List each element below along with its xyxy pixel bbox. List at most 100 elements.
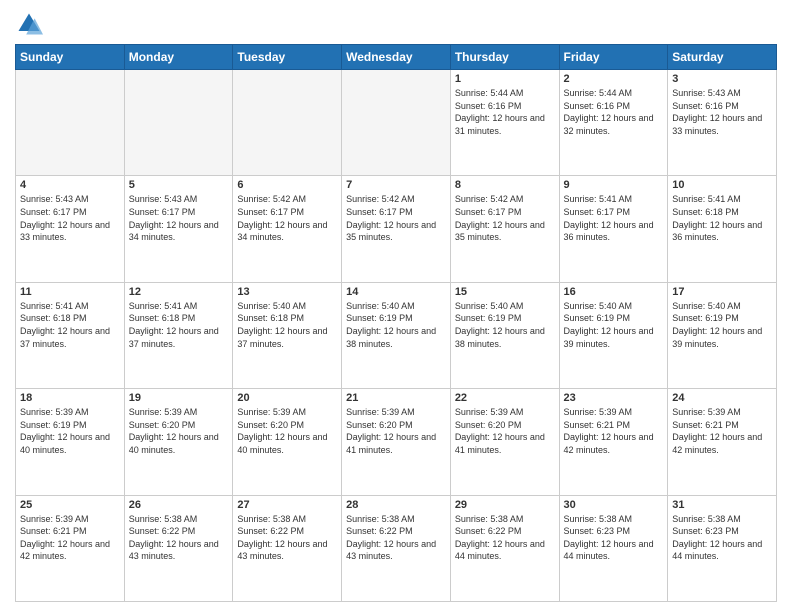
day-info: Sunrise: 5:39 AMSunset: 6:21 PMDaylight:… <box>20 513 120 563</box>
day-info: Sunrise: 5:40 AMSunset: 6:18 PMDaylight:… <box>237 300 337 350</box>
day-number: 29 <box>455 499 555 511</box>
day-number: 22 <box>455 392 555 404</box>
header-cell-wednesday: Wednesday <box>342 45 451 70</box>
day-number: 23 <box>564 392 664 404</box>
day-number: 27 <box>237 499 337 511</box>
day-cell: 2 Sunrise: 5:44 AMSunset: 6:16 PMDaylight… <box>559 70 668 176</box>
day-number: 7 <box>346 179 446 191</box>
day-cell: 1 Sunrise: 5:44 AMSunset: 6:16 PMDaylight… <box>450 70 559 176</box>
week-row-4: 25 Sunrise: 5:39 AMSunset: 6:21 PMDayligh… <box>16 495 777 601</box>
day-cell: 22 Sunrise: 5:39 AMSunset: 6:20 PMDayligh… <box>450 389 559 495</box>
day-cell: 21 Sunrise: 5:39 AMSunset: 6:20 PMDayligh… <box>342 389 451 495</box>
day-info: Sunrise: 5:38 AMSunset: 6:22 PMDaylight:… <box>346 513 446 563</box>
day-cell: 3 Sunrise: 5:43 AMSunset: 6:16 PMDaylight… <box>668 70 777 176</box>
day-number: 3 <box>672 73 772 85</box>
week-row-0: 1 Sunrise: 5:44 AMSunset: 6:16 PMDaylight… <box>16 70 777 176</box>
day-number: 30 <box>564 499 664 511</box>
day-cell <box>342 70 451 176</box>
week-row-3: 18Sunrise: 5:39 AMSunset: 6:19 PMDayligh… <box>16 389 777 495</box>
day-cell: 23 Sunrise: 5:39 AMSunset: 6:21 PMDayligh… <box>559 389 668 495</box>
day-cell: 10Sunrise: 5:41 AMSunset: 6:18 PMDayligh… <box>668 176 777 282</box>
day-info: Sunrise: 5:41 AMSunset: 6:18 PMDaylight:… <box>129 300 229 350</box>
day-info: Sunrise: 5:39 AMSunset: 6:19 PMDaylight:… <box>20 406 120 456</box>
day-cell: 11 Sunrise: 5:41 AMSunset: 6:18 PMDayligh… <box>16 282 125 388</box>
day-cell: 18Sunrise: 5:39 AMSunset: 6:19 PMDayligh… <box>16 389 125 495</box>
day-cell <box>124 70 233 176</box>
day-cell: 19Sunrise: 5:39 AMSunset: 6:20 PMDayligh… <box>124 389 233 495</box>
header-cell-thursday: Thursday <box>450 45 559 70</box>
day-number: 16 <box>564 286 664 298</box>
day-number: 4 <box>20 179 120 191</box>
day-number: 19 <box>129 392 229 404</box>
day-info: Sunrise: 5:42 AMSunset: 6:17 PMDaylight:… <box>237 193 337 243</box>
day-info: Sunrise: 5:38 AMSunset: 6:22 PMDaylight:… <box>237 513 337 563</box>
day-number: 21 <box>346 392 446 404</box>
day-info: Sunrise: 5:39 AMSunset: 6:20 PMDaylight:… <box>237 406 337 456</box>
day-number: 24 <box>672 392 772 404</box>
logo <box>15 10 47 38</box>
day-info: Sunrise: 5:40 AMSunset: 6:19 PMDaylight:… <box>564 300 664 350</box>
day-info: Sunrise: 5:42 AMSunset: 6:17 PMDaylight:… <box>455 193 555 243</box>
day-info: Sunrise: 5:41 AMSunset: 6:17 PMDaylight:… <box>564 193 664 243</box>
header-cell-tuesday: Tuesday <box>233 45 342 70</box>
day-number: 10 <box>672 179 772 191</box>
day-cell: 16 Sunrise: 5:40 AMSunset: 6:19 PMDayligh… <box>559 282 668 388</box>
day-cell: 9Sunrise: 5:41 AMSunset: 6:17 PMDaylight… <box>559 176 668 282</box>
day-info: Sunrise: 5:41 AMSunset: 6:18 PMDaylight:… <box>20 300 120 350</box>
day-number: 6 <box>237 179 337 191</box>
day-info: Sunrise: 5:43 AMSunset: 6:16 PMDaylight:… <box>672 87 772 137</box>
day-cell: 27 Sunrise: 5:38 AMSunset: 6:22 PMDayligh… <box>233 495 342 601</box>
day-cell: 6 Sunrise: 5:42 AMSunset: 6:17 PMDaylight… <box>233 176 342 282</box>
day-cell: 8 Sunrise: 5:42 AMSunset: 6:17 PMDaylight… <box>450 176 559 282</box>
calendar-table: SundayMondayTuesdayWednesdayThursdayFrid… <box>15 44 777 602</box>
day-cell: 13Sunrise: 5:40 AMSunset: 6:18 PMDayligh… <box>233 282 342 388</box>
day-number: 15 <box>455 286 555 298</box>
day-info: Sunrise: 5:44 AMSunset: 6:16 PMDaylight:… <box>564 87 664 137</box>
header-cell-monday: Monday <box>124 45 233 70</box>
day-number: 26 <box>129 499 229 511</box>
day-number: 12 <box>129 286 229 298</box>
day-cell: 4 Sunrise: 5:43 AMSunset: 6:17 PMDaylight… <box>16 176 125 282</box>
day-cell <box>16 70 125 176</box>
day-info: Sunrise: 5:43 AMSunset: 6:17 PMDaylight:… <box>129 193 229 243</box>
day-info: Sunrise: 5:44 AMSunset: 6:16 PMDaylight:… <box>455 87 555 137</box>
day-info: Sunrise: 5:39 AMSunset: 6:20 PMDaylight:… <box>346 406 446 456</box>
header-cell-saturday: Saturday <box>668 45 777 70</box>
day-info: Sunrise: 5:39 AMSunset: 6:21 PMDaylight:… <box>672 406 772 456</box>
day-info: Sunrise: 5:42 AMSunset: 6:17 PMDaylight:… <box>346 193 446 243</box>
day-number: 31 <box>672 499 772 511</box>
day-info: Sunrise: 5:39 AMSunset: 6:21 PMDaylight:… <box>564 406 664 456</box>
day-cell: 14Sunrise: 5:40 AMSunset: 6:19 PMDayligh… <box>342 282 451 388</box>
week-row-1: 4 Sunrise: 5:43 AMSunset: 6:17 PMDaylight… <box>16 176 777 282</box>
day-cell <box>233 70 342 176</box>
day-number: 28 <box>346 499 446 511</box>
logo-icon <box>15 10 43 38</box>
day-cell: 5 Sunrise: 5:43 AMSunset: 6:17 PMDaylight… <box>124 176 233 282</box>
calendar-body: 1 Sunrise: 5:44 AMSunset: 6:16 PMDaylight… <box>16 70 777 602</box>
day-number: 5 <box>129 179 229 191</box>
day-number: 1 <box>455 73 555 85</box>
day-cell: 15Sunrise: 5:40 AMSunset: 6:19 PMDayligh… <box>450 282 559 388</box>
day-info: Sunrise: 5:40 AMSunset: 6:19 PMDaylight:… <box>346 300 446 350</box>
day-cell: 24 Sunrise: 5:39 AMSunset: 6:21 PMDayligh… <box>668 389 777 495</box>
day-cell: 28 Sunrise: 5:38 AMSunset: 6:22 PMDayligh… <box>342 495 451 601</box>
header-row: SundayMondayTuesdayWednesdayThursdayFrid… <box>16 45 777 70</box>
header-cell-friday: Friday <box>559 45 668 70</box>
day-cell: 20Sunrise: 5:39 AMSunset: 6:20 PMDayligh… <box>233 389 342 495</box>
day-cell: 31Sunrise: 5:38 AMSunset: 6:23 PMDayligh… <box>668 495 777 601</box>
day-info: Sunrise: 5:40 AMSunset: 6:19 PMDaylight:… <box>672 300 772 350</box>
day-info: Sunrise: 5:38 AMSunset: 6:22 PMDaylight:… <box>455 513 555 563</box>
day-cell: 29 Sunrise: 5:38 AMSunset: 6:22 PMDayligh… <box>450 495 559 601</box>
day-number: 8 <box>455 179 555 191</box>
day-info: Sunrise: 5:38 AMSunset: 6:22 PMDaylight:… <box>129 513 229 563</box>
day-number: 25 <box>20 499 120 511</box>
day-info: Sunrise: 5:43 AMSunset: 6:17 PMDaylight:… <box>20 193 120 243</box>
calendar-header: SundayMondayTuesdayWednesdayThursdayFrid… <box>16 45 777 70</box>
day-number: 17 <box>672 286 772 298</box>
day-cell: 25 Sunrise: 5:39 AMSunset: 6:21 PMDayligh… <box>16 495 125 601</box>
day-info: Sunrise: 5:38 AMSunset: 6:23 PMDaylight:… <box>564 513 664 563</box>
day-cell: 30 Sunrise: 5:38 AMSunset: 6:23 PMDayligh… <box>559 495 668 601</box>
day-number: 11 <box>20 286 120 298</box>
day-info: Sunrise: 5:39 AMSunset: 6:20 PMDaylight:… <box>455 406 555 456</box>
day-number: 2 <box>564 73 664 85</box>
